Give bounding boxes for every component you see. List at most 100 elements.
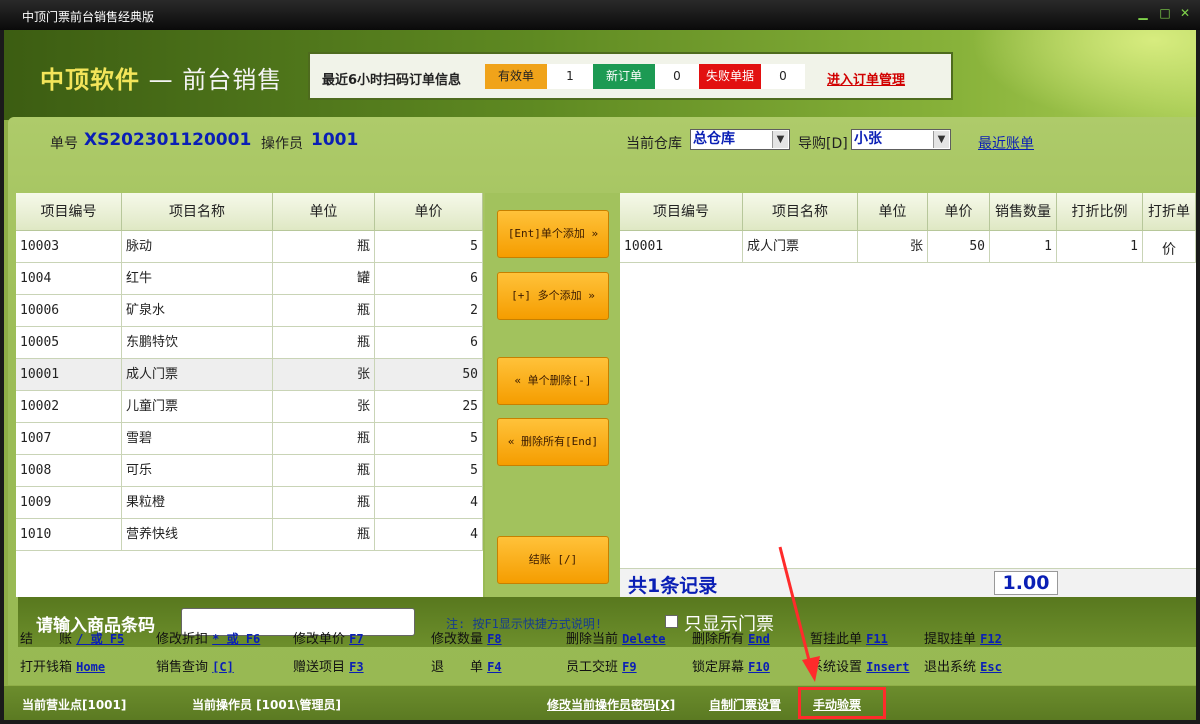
new-order-label: 新订单 (593, 64, 655, 89)
guide-select[interactable]: 小张 ▼ (851, 129, 951, 150)
shortcut-item: 锁定屏幕 F10 (692, 656, 770, 675)
table-cell: 雪碧 (122, 423, 273, 455)
shortcut-key[interactable]: Esc (980, 660, 1002, 674)
shortcut-key[interactable]: [C] (212, 660, 234, 674)
guide-value: 小张 (854, 131, 882, 147)
table-cell: 2 (375, 295, 483, 327)
shortcut-item: 系统设置 Insert (810, 656, 910, 675)
shortcut-key[interactable]: / 或 F5 (76, 632, 124, 646)
minimize-icon[interactable]: ▁ (1136, 6, 1150, 20)
warehouse-label: 当前仓库 (626, 136, 682, 152)
shortcut-label: 销售查询 (156, 660, 213, 675)
column-header[interactable]: 单价 (928, 193, 990, 231)
table-cell: 1004 (16, 263, 122, 295)
shortcut-label: 赠送项目 (293, 660, 350, 675)
shortcut-item: 结 账 / 或 F5 (20, 628, 124, 647)
maximize-icon[interactable]: □ (1158, 6, 1172, 20)
title-bar: 中顶门票前台销售经典版 ▁ □ ✕ (0, 0, 1200, 30)
table-row[interactable]: 10001 成人门票张 50 (16, 359, 483, 391)
table-cell: 儿童门票 (122, 391, 273, 423)
table-row[interactable]: 1010 营养快线瓶 4 (16, 519, 483, 551)
table-row[interactable]: 1007 雪碧瓶 5 (16, 423, 483, 455)
table-cell: 6 (375, 327, 483, 359)
shortcut-item: 员工交班 F9 (566, 656, 637, 675)
table-cell: 1008 (16, 455, 122, 487)
valid-order-label: 有效单 (485, 64, 547, 89)
shortcut-key[interactable]: F3 (349, 660, 363, 674)
table-row[interactable]: 10006 矿泉水瓶 2 (16, 295, 483, 327)
delete-all-button[interactable]: « 删除所有[End] (497, 418, 609, 466)
shortcut-key[interactable]: F11 (866, 632, 888, 646)
table-row[interactable]: 10002 儿童门票张 25 (16, 391, 483, 423)
table-cell: 营养快线 (122, 519, 273, 551)
shortcut-key[interactable]: F10 (748, 660, 770, 674)
new-order-count: 0 (655, 64, 699, 89)
column-header[interactable]: 项目名称 (122, 193, 273, 231)
column-header[interactable]: 打折单价 (1143, 193, 1196, 258)
table-cell: 4 (375, 519, 483, 551)
shortcut-key[interactable]: F12 (980, 632, 1002, 646)
shortcut-label: 员工交班 (566, 660, 623, 675)
add-many-button[interactable]: [+] 多个添加 » (497, 272, 609, 320)
table-cell: 10002 (16, 391, 122, 423)
column-header[interactable]: 销售数量 (990, 193, 1057, 231)
shortcut-item: 删除当前 Delete (566, 628, 666, 647)
shortcut-key[interactable]: F9 (622, 660, 636, 674)
app-window: 中顶软件 — 前台销售 最近6小时扫码订单信息 有效单 1 新订单 0 失败单据… (4, 30, 1196, 720)
shortcut-label: 修改数量 (431, 632, 488, 647)
shortcut-key[interactable]: End (748, 632, 770, 646)
brand-title: 中顶软件 — 前台销售 (40, 60, 282, 95)
table-cell: 瓶 (273, 423, 375, 455)
table-row[interactable]: 10005 东鹏特饮瓶 6 (16, 327, 483, 359)
table-row[interactable]: 10001 成人门票张 50 1 1 (620, 231, 1196, 263)
shortcut-key[interactable]: Home (76, 660, 105, 674)
column-header[interactable]: 打折比例 (1057, 193, 1143, 231)
table-cell: 4 (375, 487, 483, 519)
shortcut-key[interactable]: F7 (349, 632, 363, 646)
business-point: 当前营业点[1001] (22, 698, 127, 712)
column-header[interactable]: 项目编号 (620, 193, 743, 231)
shortcut-label: 退 单 (431, 660, 488, 675)
brand-company: 中顶软件 (40, 66, 140, 94)
recent-bills-link[interactable]: 最近账单 (978, 133, 1034, 153)
shortcut-label: 提取挂单 (924, 632, 981, 647)
table-row[interactable]: 10003 脉动瓶 5 (16, 231, 483, 263)
shortcut-item: 修改数量 F8 (431, 628, 502, 647)
table-row[interactable]: 1009 果粒橙瓶 4 (16, 487, 483, 519)
brand-dash: — (148, 66, 174, 94)
order-management-link[interactable]: 进入订单管理 (827, 69, 905, 88)
header: 中顶软件 — 前台销售 最近6小时扫码订单信息 有效单 1 新订单 0 失败单据… (4, 30, 1196, 120)
shortcut-key[interactable]: F4 (487, 660, 501, 674)
table-cell: 脉动 (122, 231, 273, 263)
only-tickets-checkbox[interactable] (665, 615, 678, 628)
column-header[interactable]: 项目编号 (16, 193, 122, 231)
valid-order-count: 1 (547, 64, 593, 89)
table-cell: 成人门票 (122, 359, 273, 391)
column-header[interactable]: 项目名称 (743, 193, 858, 231)
custom-ticket-link[interactable]: 自制门票设置 (709, 696, 781, 713)
column-header[interactable]: 单价 (375, 193, 483, 231)
table-cell: 50 (928, 231, 990, 263)
column-header[interactable]: 单位 (858, 193, 928, 231)
table-cell: 5 (375, 231, 483, 263)
table-row[interactable]: 1008 可乐瓶 5 (16, 455, 483, 487)
shortcut-label: 系统设置 (810, 660, 867, 675)
warehouse-select[interactable]: 总仓库 ▼ (690, 129, 790, 150)
close-icon[interactable]: ✕ (1178, 6, 1192, 20)
delete-one-button[interactable]: « 单个删除[-] (497, 357, 609, 405)
add-one-button[interactable]: [Ent]单个添加 » (497, 210, 609, 258)
table-row[interactable]: 1004 红牛罐 6 (16, 263, 483, 295)
product-list-table: 项目编号 项目名称 单位 单价 10003 脉动瓶 5 1004 红牛罐 6 10006 矿泉水瓶 2 1… (16, 193, 483, 597)
shortcut-item: 提取挂单 F12 (924, 628, 1002, 647)
table-cell: 6 (375, 263, 483, 295)
checkout-button[interactable]: 结账 [/] (497, 536, 609, 584)
shortcut-key[interactable]: Delete (622, 632, 665, 646)
shortcut-item: 修改折扣 * 或 F6 (156, 628, 260, 647)
change-password-link[interactable]: 修改当前操作员密码[X] (547, 696, 675, 713)
shortcut-key[interactable]: * 或 F6 (212, 632, 260, 646)
column-header[interactable]: 单位 (273, 193, 375, 231)
shortcut-key[interactable]: F8 (487, 632, 501, 646)
action-buttons-column: [Ent]单个添加 » [+] 多个添加 » « 单个删除[-] « 删除所有[… (485, 193, 620, 597)
shortcut-key[interactable]: Insert (866, 660, 909, 674)
totals-bar: 共1条记录 1.00 (620, 568, 1196, 597)
